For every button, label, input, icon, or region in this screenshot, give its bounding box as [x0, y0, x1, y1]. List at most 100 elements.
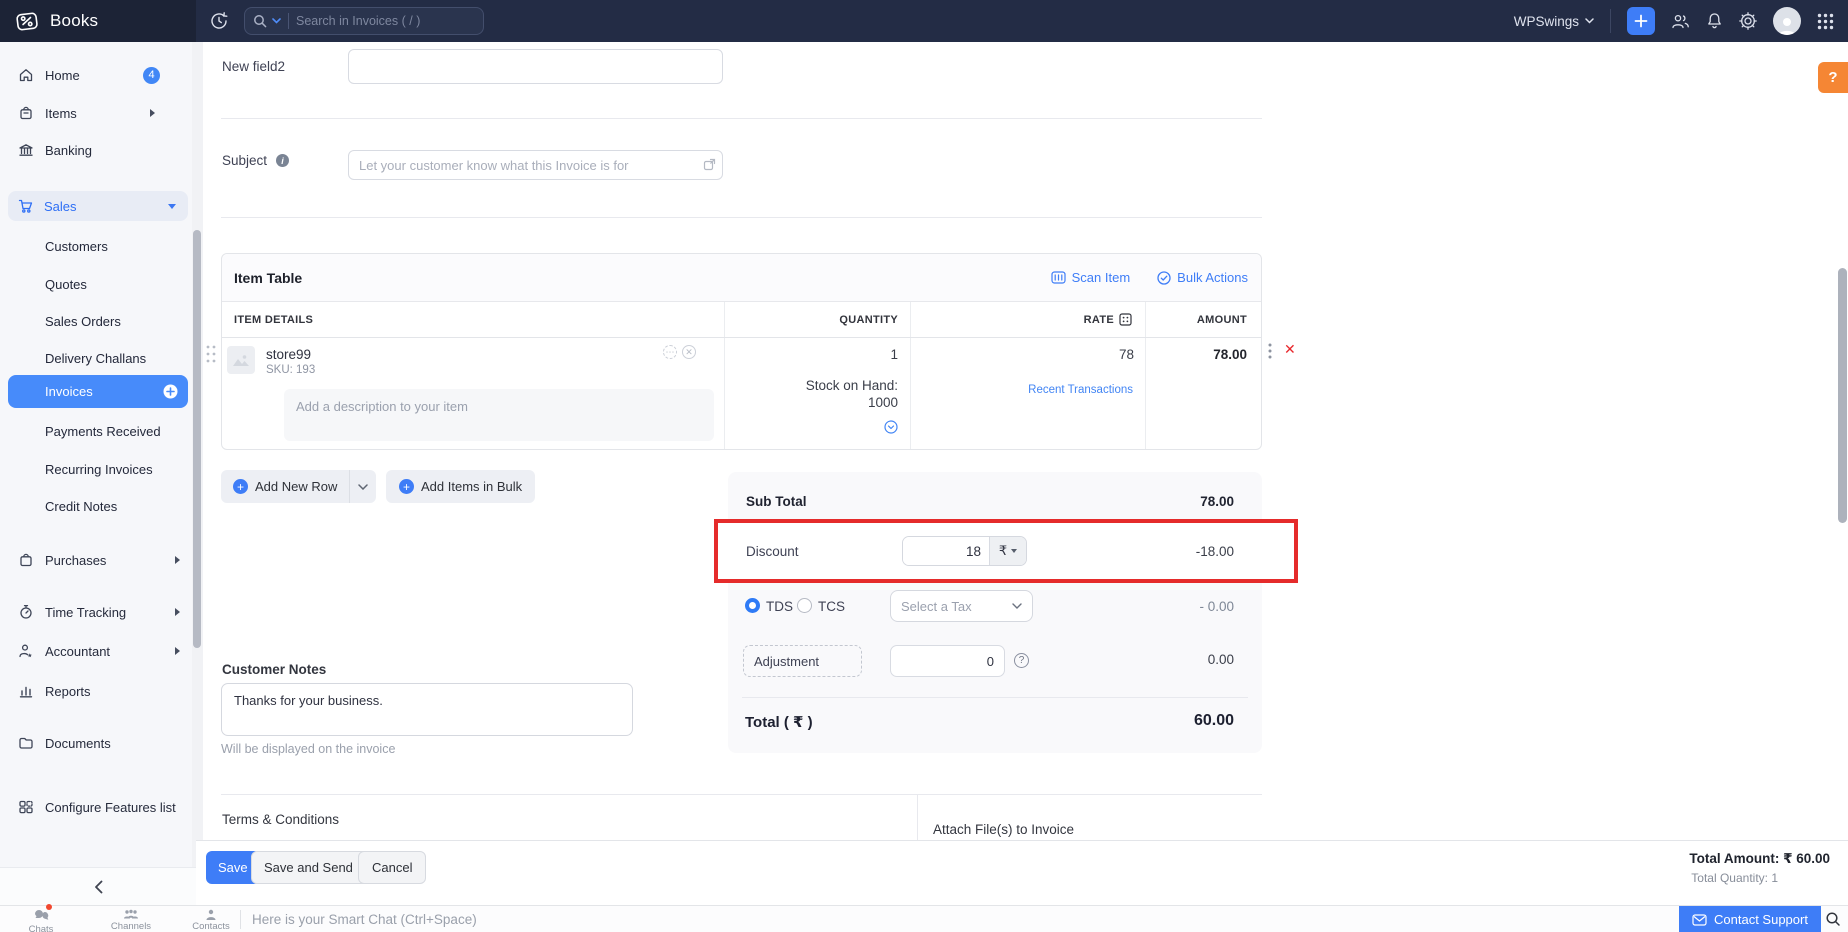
page-scrollbar-thumb[interactable] [1838, 268, 1847, 523]
save-and-send-button[interactable]: Save and Send [252, 852, 365, 883]
sidebar-item-invoices-active[interactable]: Invoices [8, 375, 188, 408]
quantity-cell: 1 Stock on Hand: 1000 [725, 338, 911, 449]
sidebar-item-credit-notes[interactable]: Credit Notes [0, 495, 196, 517]
sidebar-item-banking[interactable]: Banking [0, 137, 196, 163]
notifications-icon[interactable] [1706, 12, 1723, 30]
vertical-divider [917, 794, 918, 840]
bottom-action-bar: Save Save and Send Cancel Total Amount: … [196, 840, 1848, 905]
tcs-radio[interactable] [797, 598, 812, 613]
global-search [244, 7, 484, 35]
search-input[interactable] [296, 14, 475, 28]
sidebar-scrollbar-thumb[interactable] [193, 230, 201, 648]
quantity-more-icon[interactable] [884, 420, 898, 434]
adjustment-input[interactable] [890, 645, 1005, 677]
chevron-right-icon [175, 647, 180, 655]
sidebar-item-recurring-invoices[interactable]: Recurring Invoices [0, 458, 196, 480]
top-bar: Books WPSwings [0, 0, 1848, 42]
sidebar-item-payments-received[interactable]: Payments Received [0, 420, 196, 442]
item-table-title: Item Table [234, 270, 302, 286]
sidebar-item-label: Items [45, 106, 77, 121]
new-field2-input[interactable] [348, 49, 723, 84]
smart-chat-bar: Chats Channels Contacts Contact Support [0, 905, 1848, 932]
search-scope-chevron-icon[interactable] [272, 18, 281, 24]
history-icon[interactable] [209, 11, 229, 31]
customer-notes-label: Customer Notes [222, 662, 326, 677]
home-badge: 4 [143, 67, 160, 84]
configure-icon [18, 799, 34, 815]
sidebar-item-home[interactable]: Home 4 [0, 62, 196, 88]
tax-amount: - 0.00 [1199, 599, 1234, 614]
sidebar-item-documents[interactable]: Documents [0, 730, 196, 756]
sidebar-item-quotes[interactable]: Quotes [0, 273, 196, 295]
new-invoice-plus-icon[interactable] [163, 384, 178, 399]
apps-grid-icon[interactable] [1817, 13, 1834, 30]
help-tab[interactable]: ? [1818, 62, 1848, 93]
chat-tab-contacts[interactable]: Contacts [188, 907, 234, 932]
rate-settings-icon[interactable] [1119, 313, 1132, 326]
expand-editor-icon[interactable] [703, 158, 716, 171]
sidebar-item-label: Home [45, 68, 80, 83]
chat-tab-chats[interactable]: Chats [20, 907, 62, 932]
sidebar-item-label: Documents [45, 736, 111, 751]
sidebar-item-sales-orders[interactable]: Sales Orders [0, 310, 196, 332]
discount-type-dropdown[interactable]: ₹ [989, 537, 1026, 565]
sidebar-item-time-tracking[interactable]: Time Tracking [0, 599, 196, 625]
books-app: Books WPSwings [0, 0, 1848, 932]
subject-label: Subject [222, 153, 267, 168]
chat-search-icon[interactable] [1825, 911, 1841, 927]
column-quantity: QUANTITY [725, 302, 911, 337]
delete-row-icon[interactable]: ✕ [1284, 341, 1296, 358]
sidebar-item-label: Sales [44, 199, 77, 214]
smart-chat-input[interactable] [252, 906, 852, 932]
sidebar-item-sales[interactable]: Sales [8, 191, 188, 221]
chevron-left-icon [94, 880, 103, 894]
drag-handle[interactable] [205, 344, 217, 364]
chat-tab-channels[interactable]: Channels [103, 907, 159, 932]
item-description-input[interactable]: Add a description to your item [284, 389, 714, 441]
quick-create-button[interactable] [1627, 7, 1655, 35]
sidebar-item-accountant[interactable]: Accountant [0, 638, 196, 664]
cancel-button[interactable]: Cancel [358, 851, 426, 884]
footer-total-quantity: Total Quantity: 1 [1691, 871, 1778, 885]
contact-support-button[interactable]: Contact Support [1679, 906, 1821, 932]
adjustment-field[interactable]: Adjustment [743, 645, 862, 677]
search-icon[interactable] [253, 14, 267, 28]
sidebar-collapse-button[interactable] [0, 867, 196, 905]
item-name[interactable]: store99 [266, 347, 311, 362]
sidebar-item-reports[interactable]: Reports [0, 678, 196, 704]
item-options-icon[interactable]: ⋯ [663, 345, 677, 359]
column-rate: RATE [911, 302, 1146, 337]
quantity-value[interactable]: 1 [890, 347, 898, 362]
adjustment-help-icon[interactable]: ? [1014, 653, 1029, 668]
tds-radio[interactable] [745, 598, 760, 613]
clear-item-icon[interactable]: ✕ [682, 345, 696, 359]
row-more-actions-icon[interactable] [1268, 343, 1272, 359]
org-switcher[interactable]: WPSwings [1514, 14, 1594, 29]
user-avatar[interactable] [1773, 7, 1801, 35]
sidebar-item-customers[interactable]: Customers [0, 235, 196, 257]
customer-notes-input[interactable]: Thanks for your business. [221, 683, 633, 736]
item-table-card: Item Table Scan Item Bulk Actions [221, 253, 1262, 450]
unread-dot [46, 904, 52, 910]
add-items-in-bulk-button[interactable]: + Add Items in Bulk [386, 470, 535, 503]
scan-item-button[interactable]: Scan Item [1051, 270, 1131, 285]
add-new-row-button[interactable]: + Add New Row [221, 470, 349, 503]
users-icon[interactable] [1671, 13, 1690, 30]
recent-transactions-link[interactable]: Recent Transactions [1028, 384, 1133, 396]
app-logo[interactable]: Books [0, 0, 196, 42]
discount-highlight-box: Discount ₹ -18.00 [714, 519, 1298, 583]
sidebar-item-delivery-challans[interactable]: Delivery Challans [0, 347, 196, 369]
settings-gear-icon[interactable] [1739, 12, 1757, 30]
bulk-actions-button[interactable]: Bulk Actions [1157, 270, 1248, 285]
tax-select[interactable]: Select a Tax [890, 590, 1033, 622]
sidebar-item-configure-features[interactable]: Configure Features list [0, 794, 196, 820]
add-row-dropdown-button[interactable] [349, 470, 376, 503]
sub-total-label: Sub Total [746, 494, 807, 509]
sidebar-item-label: Quotes [45, 277, 87, 292]
sidebar-item-items[interactable]: Items [0, 100, 196, 126]
rate-value[interactable]: 78 [1119, 347, 1134, 362]
sidebar-item-purchases[interactable]: Purchases [0, 547, 196, 573]
subject-input[interactable] [348, 150, 723, 180]
discount-input[interactable] [903, 537, 989, 565]
stock-on-hand-value: 1000 [868, 395, 898, 410]
